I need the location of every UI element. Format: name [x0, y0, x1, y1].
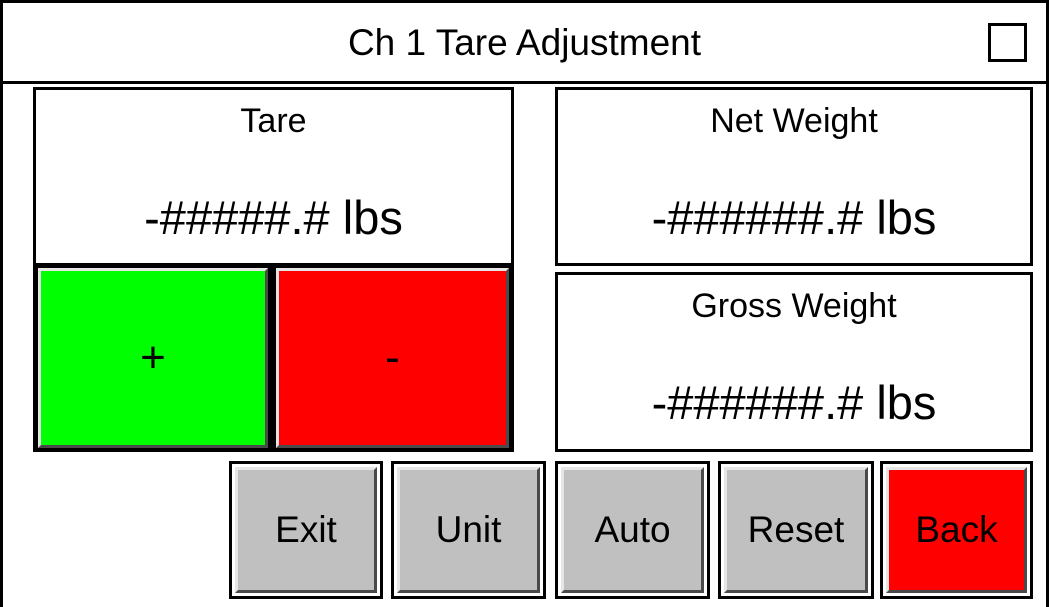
tare-value: -#####.# lbs — [144, 191, 403, 244]
auto-button[interactable]: Auto — [555, 461, 710, 599]
exit-button-label: Exit — [235, 467, 377, 593]
title-bar: Ch 1 Tare Adjustment — [0, 0, 1049, 84]
reset-button[interactable]: Reset — [718, 461, 874, 599]
reset-button-label: Reset — [724, 467, 868, 593]
net-weight-value: -######.# lbs — [651, 191, 937, 244]
gross-weight-label: Gross Weight — [691, 287, 897, 325]
tare-adjust-buttons: + - — [33, 263, 514, 452]
tare-panel: Tare -#####.# lbs — [33, 87, 514, 266]
title-checkbox[interactable] — [988, 23, 1027, 62]
exit-button[interactable]: Exit — [229, 461, 383, 599]
tare-label: Tare — [240, 102, 307, 140]
back-button-label: Back — [886, 467, 1027, 593]
back-button[interactable]: Back — [880, 461, 1033, 599]
net-weight-label: Net Weight — [710, 102, 878, 140]
unit-button[interactable]: Unit — [391, 461, 546, 599]
unit-button-label: Unit — [397, 467, 540, 593]
tare-decrease-button[interactable]: - — [276, 268, 509, 448]
gross-weight-panel: Gross Weight -######.# lbs — [555, 272, 1033, 452]
gross-weight-value: -######.# lbs — [651, 376, 937, 429]
page-title: Ch 1 Tare Adjustment — [347, 22, 702, 63]
net-weight-panel: Net Weight -######.# lbs — [555, 87, 1033, 266]
tare-increase-button[interactable]: + — [38, 268, 268, 448]
auto-button-label: Auto — [561, 467, 704, 593]
